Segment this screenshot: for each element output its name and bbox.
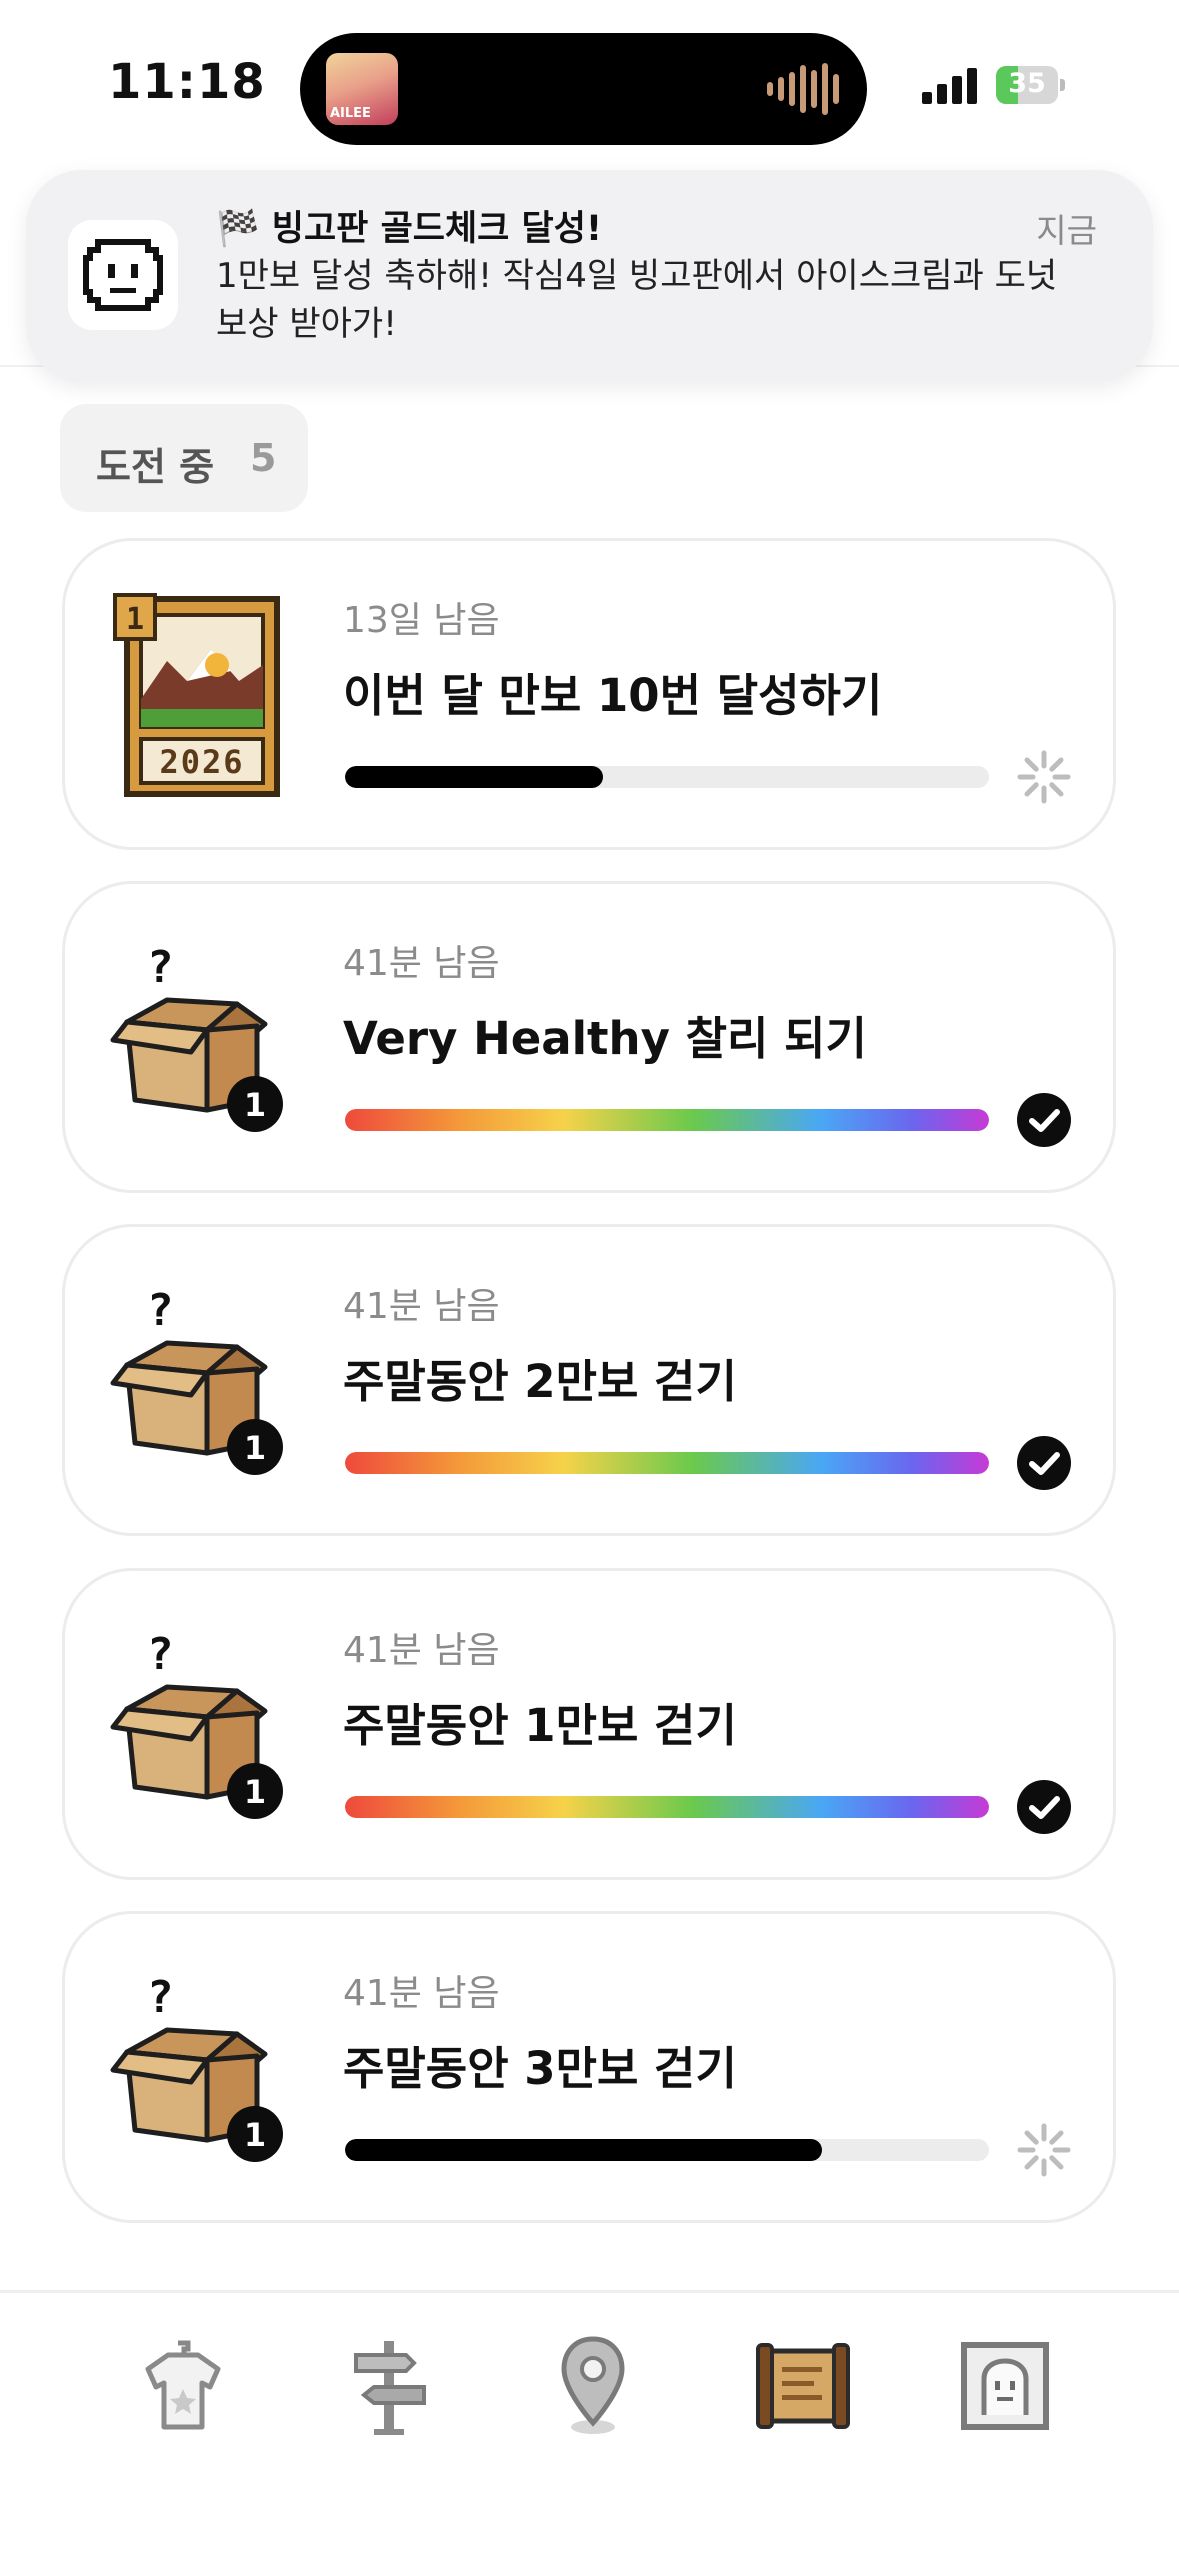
tab-quests[interactable] xyxy=(748,2331,858,2441)
challenge-title: 이번 달 만보 10번 달성하기 xyxy=(343,669,883,722)
notification-title: 🏁 빙고판 골드체크 달성! xyxy=(216,200,602,251)
reward-count-badge: 1 xyxy=(244,1773,266,1811)
challenge-card[interactable]: ? 1 41분 남음 Very Healthy 찰리 되기 xyxy=(62,881,1116,1193)
notification-time: 지금 xyxy=(1036,211,1097,250)
status-time: 11:18 xyxy=(108,54,266,110)
progress-track xyxy=(345,766,989,788)
challenge-status xyxy=(1016,749,1072,805)
tab-explore[interactable] xyxy=(334,2331,444,2441)
mystery-box-icon: ?1 xyxy=(110,1629,283,1819)
signpost-icon xyxy=(354,2341,426,2435)
time-remaining: 41분 남음 xyxy=(343,1973,500,2014)
album-art-caption: AILEE xyxy=(330,106,371,121)
challenge-reward-icon: ? 1 xyxy=(107,1619,297,1829)
challenge-title: 주말동안 3만보 걷기 xyxy=(343,2042,737,2095)
challenge-title: 주말동안 1만보 걷기 xyxy=(343,1699,737,1752)
progress-fill xyxy=(345,766,603,788)
challenge-title: Very Healthy 찰리 되기 xyxy=(343,1012,867,1065)
progress-track xyxy=(345,1796,989,1818)
challenge-card[interactable]: 1 2026 13일 남음이번 달 만보 10번 달성하기 xyxy=(62,538,1116,850)
smiley-face-icon xyxy=(83,239,163,311)
time-remaining: 41분 남음 xyxy=(343,1630,500,1671)
notification-body: 1만보 달성 축하해! 작심4일 빙고판에서 아이스크림과 도넛 보상 받아가! xyxy=(216,256,1058,344)
checkmark-circle-icon xyxy=(1017,1436,1071,1490)
loading-spinner-icon xyxy=(1017,750,1071,804)
calendar-2026-badge-icon: 1 2026 xyxy=(113,593,280,797)
challenge-title: 주말동안 2만보 걷기 xyxy=(343,1355,737,1408)
reward-count-badge: 1 xyxy=(244,1429,266,1467)
calendar-badge-number: 1 xyxy=(126,602,144,637)
dynamic-island[interactable]: AILEE xyxy=(300,33,867,145)
challenge-status xyxy=(1016,1779,1072,1835)
section-filter-chip[interactable]: 도전 중 5 xyxy=(60,404,308,512)
progress-fill xyxy=(345,2139,822,2161)
section-count: 5 xyxy=(250,436,277,480)
push-notification[interactable]: 🏁 빙고판 골드체크 달성! 1만보 달성 축하해! 작심4일 빙고판에서 아이… xyxy=(26,170,1153,382)
challenge-card[interactable]: ? 1 41분 남음 주말동안 3만보 걷기 xyxy=(62,1911,1116,2223)
now-playing-album-art[interactable]: AILEE xyxy=(326,53,398,125)
cellular-signal-icon xyxy=(922,66,980,104)
svg-text:?: ? xyxy=(147,1972,174,2023)
challenge-status xyxy=(1016,1435,1072,1491)
svg-text:?: ? xyxy=(147,1629,174,1680)
profile-frame-icon xyxy=(961,2342,1049,2430)
loading-spinner-icon xyxy=(1017,2123,1071,2177)
reward-count-badge: 1 xyxy=(244,2116,266,2154)
map-pin-icon xyxy=(561,2336,625,2434)
svg-text:?: ? xyxy=(147,1285,174,1336)
progress-track xyxy=(345,1452,989,1474)
progress-fill xyxy=(345,1796,989,1818)
tab-closet[interactable] xyxy=(128,2331,238,2441)
challenge-status xyxy=(1016,2122,1072,2178)
battery-level: 35 xyxy=(1008,68,1046,99)
app-icon xyxy=(68,220,178,330)
checkmark-circle-icon xyxy=(1017,1780,1071,1834)
challenge-reward-icon: ? 1 xyxy=(107,1275,297,1485)
reward-count-badge: 1 xyxy=(244,1086,266,1124)
mystery-box-icon: ?1 xyxy=(110,1285,283,1475)
section-label: 도전 중 xyxy=(96,445,215,489)
svg-text:?: ? xyxy=(147,942,174,993)
time-remaining: 13일 남음 xyxy=(343,600,500,641)
progress-track xyxy=(345,1109,989,1131)
shirt-icon xyxy=(145,2340,221,2430)
challenge-reward-icon: 1 2026 xyxy=(107,589,297,799)
time-remaining: 41분 남음 xyxy=(343,943,500,984)
calendar-year-label: 2026 xyxy=(159,743,244,781)
notification-title-text: 빙고판 골드체크 달성! xyxy=(271,209,602,249)
tab-map[interactable] xyxy=(538,2331,648,2441)
checkmark-circle-icon xyxy=(1017,1093,1071,1147)
checkered-flag-emoji: 🏁 xyxy=(216,209,260,249)
challenge-status xyxy=(1016,1092,1072,1148)
mystery-box-icon: ?1 xyxy=(110,942,283,1132)
mystery-box-icon: ?1 xyxy=(110,1972,283,2162)
scroll-icon xyxy=(756,2343,850,2429)
tab-profile[interactable] xyxy=(950,2331,1060,2441)
challenge-card[interactable]: ? 1 41분 남음 주말동안 1만보 걷기 xyxy=(62,1568,1116,1880)
time-remaining: 41분 남음 xyxy=(343,1286,500,1327)
challenge-card[interactable]: ? 1 41분 남음 주말동안 2만보 걷기 xyxy=(62,1224,1116,1536)
progress-track xyxy=(345,2139,989,2161)
battery-icon: 35 xyxy=(996,66,1066,104)
audio-waveform-icon xyxy=(767,63,839,115)
status-bar: 11:18 AILEE 35 xyxy=(0,0,1179,170)
progress-fill xyxy=(345,1452,989,1474)
challenge-reward-icon: ? 1 xyxy=(107,932,297,1142)
challenge-reward-icon: ? 1 xyxy=(107,1962,297,2172)
bottom-tab-bar xyxy=(0,2290,1179,2559)
progress-fill xyxy=(345,1109,989,1131)
